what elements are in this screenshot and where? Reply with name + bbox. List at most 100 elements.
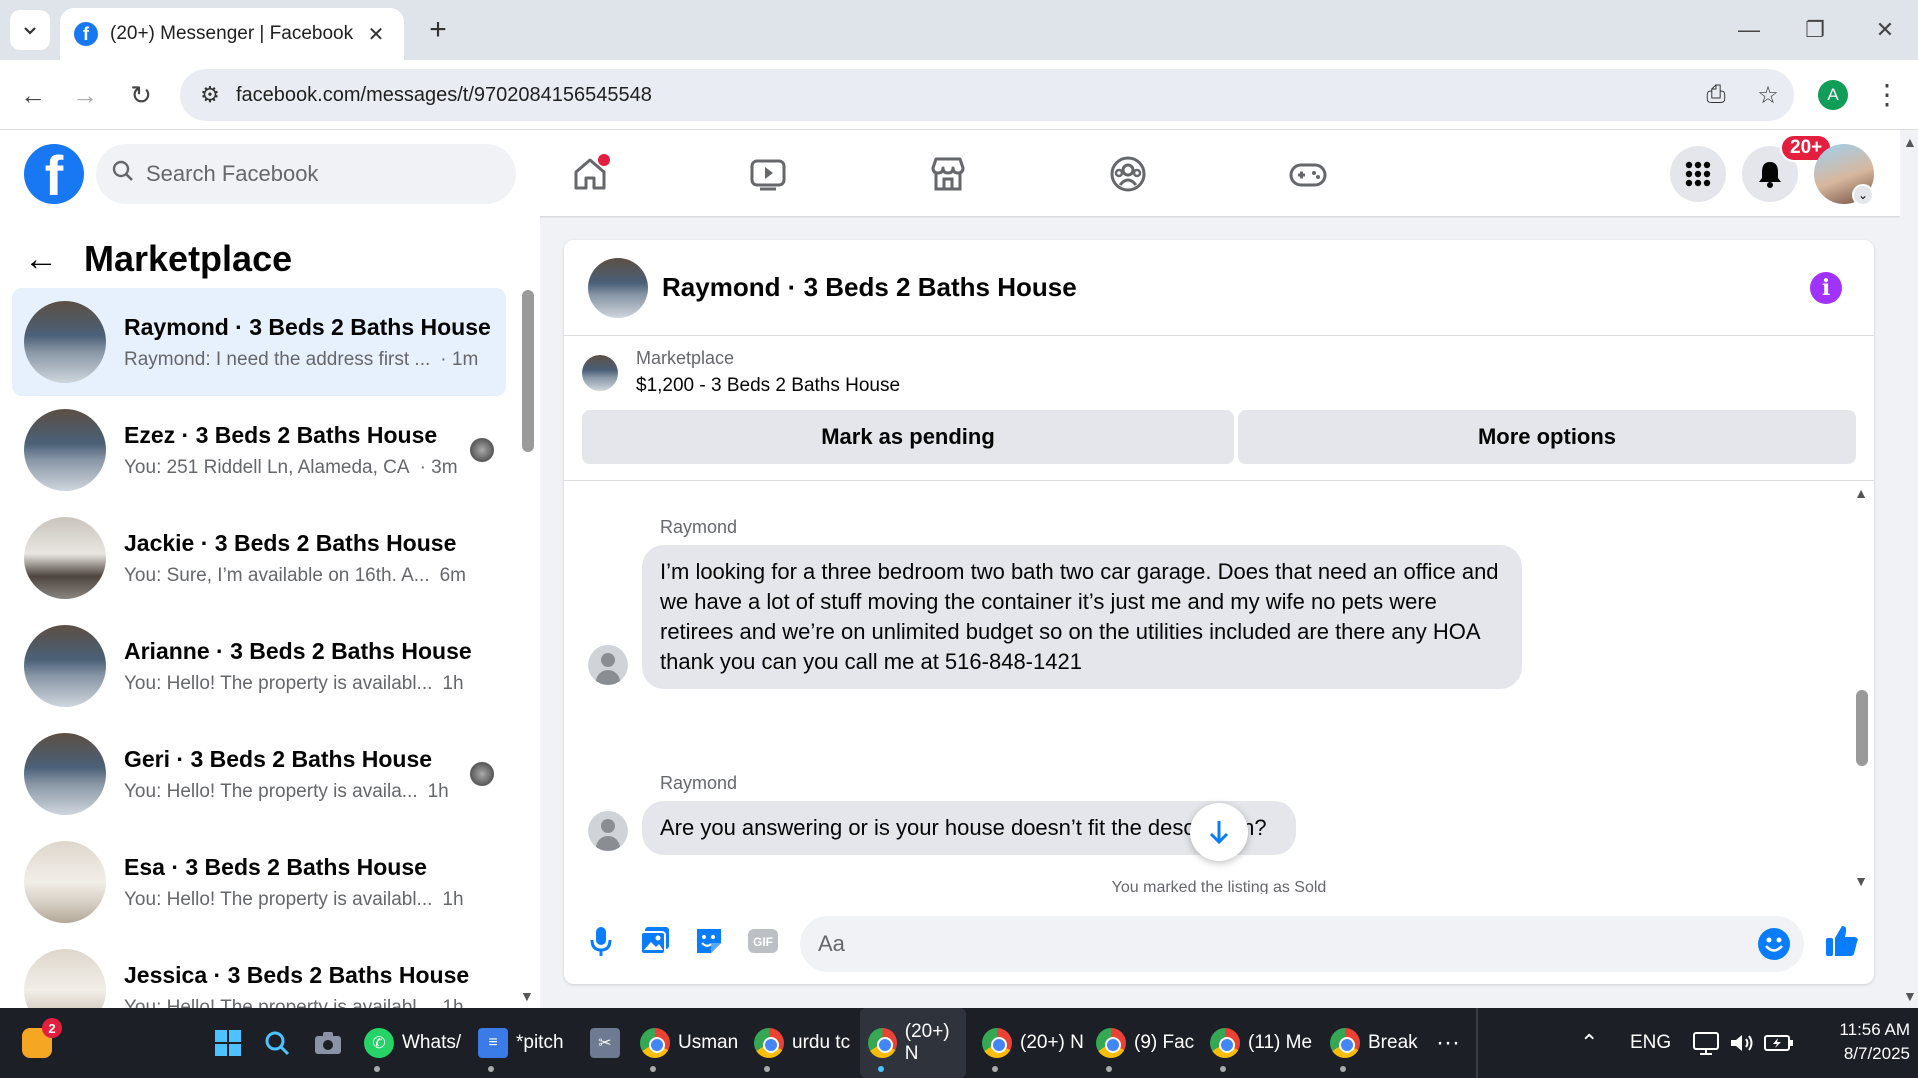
sender-avatar[interactable] [588,811,628,851]
conversation-item[interactable]: Ezez · 3 Beds 2 Baths House You: 251 Rid… [12,396,506,504]
conversation-item[interactable]: Raymond · 3 Beds 2 Baths House Raymond: … [12,288,506,396]
browser-tab-messenger[interactable]: f (20+) Messenger | Facebook ✕ [60,8,404,60]
widgets-button[interactable]: 2 [22,1008,62,1078]
gif-icon[interactable]: GIF [746,924,780,958]
mark-as-pending-button[interactable]: Mark as pending [582,410,1234,464]
scroll-down-arrow-icon[interactable]: ▼ [520,988,534,1004]
taskbar-chrome-window[interactable]: (11) Me [1210,1008,1312,1078]
nav-video[interactable] [744,150,792,198]
listing-summary[interactable]: Marketplace $1,200 - 3 Beds 2 Baths Hous… [582,348,900,397]
site-info-icon[interactable]: ⚙ [184,82,236,108]
battery-icon[interactable] [1764,1008,1794,1078]
restore-button[interactable]: ❐ [1792,10,1838,50]
snipping-tool-icon: ✂ [590,1028,620,1058]
facebook-logo-icon[interactable]: f [24,144,84,204]
like-thumb-icon[interactable] [1822,924,1862,958]
conversation-name: Jessica · 3 Beds 2 Baths House [124,961,470,988]
chevron-down-icon[interactable]: ⌄ [1852,184,1874,206]
photo-icon[interactable] [638,924,672,958]
listing-thumbnail [582,354,618,391]
running-indicator [374,1066,380,1072]
message-input[interactable] [818,931,1718,957]
browser-menu-icon[interactable]: ⋮ [1870,76,1904,114]
scroll-down-arrow-icon[interactable]: ▼ [1903,988,1917,1004]
close-tab-icon[interactable]: ✕ [362,22,390,47]
minimize-button[interactable]: — [1726,10,1772,50]
message-input-wrap[interactable] [800,916,1804,972]
conversation-name: Ezez · 3 Beds 2 Baths House [124,421,438,448]
emoji-icon[interactable] [1758,928,1790,960]
conversation-item[interactable]: Jackie · 3 Beds 2 Baths House You: Sure,… [12,504,506,612]
camera-app-button[interactable] [314,1008,342,1078]
tab-search-button[interactable] [10,10,50,50]
listing-thumbnail [24,409,106,491]
sender-avatar[interactable] [588,645,628,685]
taskbar-app-snip[interactable]: ✂ [590,1008,628,1078]
scroll-down-arrow-icon[interactable]: ▼ [1854,873,1868,889]
url-text[interactable]: facebook.com/messages/t/9702084156545548 [236,84,1690,107]
notepad-icon: ≡ [478,1028,508,1058]
bell-icon [1759,162,1781,188]
sticker-icon[interactable] [692,924,726,958]
more-apps-icon[interactable]: ··· [1436,1008,1460,1078]
conversation-time: · 1m [440,348,479,370]
scroll-to-bottom-button[interactable] [1190,803,1248,861]
system-clock[interactable]: 11:56 AM 8/7/2025 [1800,1018,1910,1066]
install-app-icon[interactable]: ⎙ [1690,81,1742,109]
conversation-item[interactable]: Arianne · 3 Beds 2 Baths House You: Hell… [12,612,506,720]
scroll-up-arrow-icon[interactable]: ▲ [1903,134,1917,150]
back-arrow-icon[interactable]: ← [24,240,58,279]
menu-grid-button[interactable] [1670,146,1726,202]
taskbar-chrome-window[interactable]: Break [1330,1008,1418,1078]
page-scrollbar[interactable]: ▲ ▼ [1900,130,1918,1008]
conversation-time: 1h [442,996,464,1009]
conversation-scrollbar[interactable] [522,290,534,452]
new-tab-button[interactable]: + [420,12,456,48]
facebook-search[interactable] [96,144,516,204]
conversation-time: · 3m [419,456,458,478]
taskbar-chrome-window[interactable]: (9) Fac [1096,1008,1194,1078]
message-sender: Raymond [660,773,738,793]
thread-scrollbar[interactable] [1856,690,1868,766]
taskbar-chrome-window-active[interactable]: (20+) N [860,1008,966,1078]
more-options-button[interactable]: More options [1238,410,1856,464]
input-language[interactable]: ENG [1630,1008,1671,1078]
clock-time: 11:56 AM [1839,1020,1910,1039]
search-input[interactable] [146,161,466,187]
conversation-name: Esa · 3 Beds 2 Baths House [124,853,427,880]
network-icon[interactable] [1692,1008,1720,1078]
chat-title[interactable]: Raymond · 3 Beds 2 Baths House [662,272,1077,303]
taskbar-chrome-window[interactable]: Usman [640,1008,738,1078]
address-bar[interactable]: ⚙ facebook.com/messages/t/97020841565455… [180,69,1794,121]
volume-icon[interactable] [1728,1008,1756,1078]
browser-profile-avatar[interactable]: A [1818,80,1848,110]
conversation-item[interactable]: Esa · 3 Beds 2 Baths House You: Hello! T… [12,828,506,936]
message-bubble[interactable]: I’m looking for a three bedroom two bath… [642,545,1522,689]
nav-gaming[interactable] [1284,150,1332,198]
close-window-button[interactable]: ✕ [1862,10,1908,50]
chevron-up-icon[interactable]: ⌃ [1580,1008,1598,1078]
back-button[interactable]: ← [14,76,52,114]
taskbar-app-notepad[interactable]: ≡ *pitch [478,1008,564,1078]
taskbar-chrome-window[interactable]: (20+) N [982,1008,1084,1078]
video-icon [750,159,786,191]
conversation-item[interactable]: Jessica · 3 Beds 2 Baths House You: Hell… [12,936,506,1008]
taskbar-chrome-window[interactable]: urdu tc [754,1008,850,1078]
info-icon[interactable]: i [1810,272,1842,304]
scroll-up-arrow-icon[interactable]: ▲ [1854,485,1868,501]
running-indicator [650,1066,656,1072]
chat-avatar[interactable] [588,257,648,318]
nav-marketplace[interactable] [924,150,972,198]
conversation-item[interactable]: Geri · 3 Beds 2 Baths House You: Hello! … [12,720,506,828]
nav-groups[interactable] [1104,150,1152,198]
taskbar-app-whatsapp[interactable]: ✆ Whats/ [364,1008,461,1078]
microphone-icon[interactable] [584,924,618,958]
chrome-icon [754,1028,784,1058]
start-button[interactable] [214,1008,242,1078]
taskbar-search-button[interactable] [264,1008,290,1078]
reload-button[interactable]: ↻ [122,76,160,114]
forward-button[interactable]: → [66,76,104,114]
bookmark-star-icon[interactable]: ☆ [1742,81,1794,110]
nav-home[interactable] [566,150,614,198]
facebook-header: f 20+ ⌄ [0,130,1900,216]
